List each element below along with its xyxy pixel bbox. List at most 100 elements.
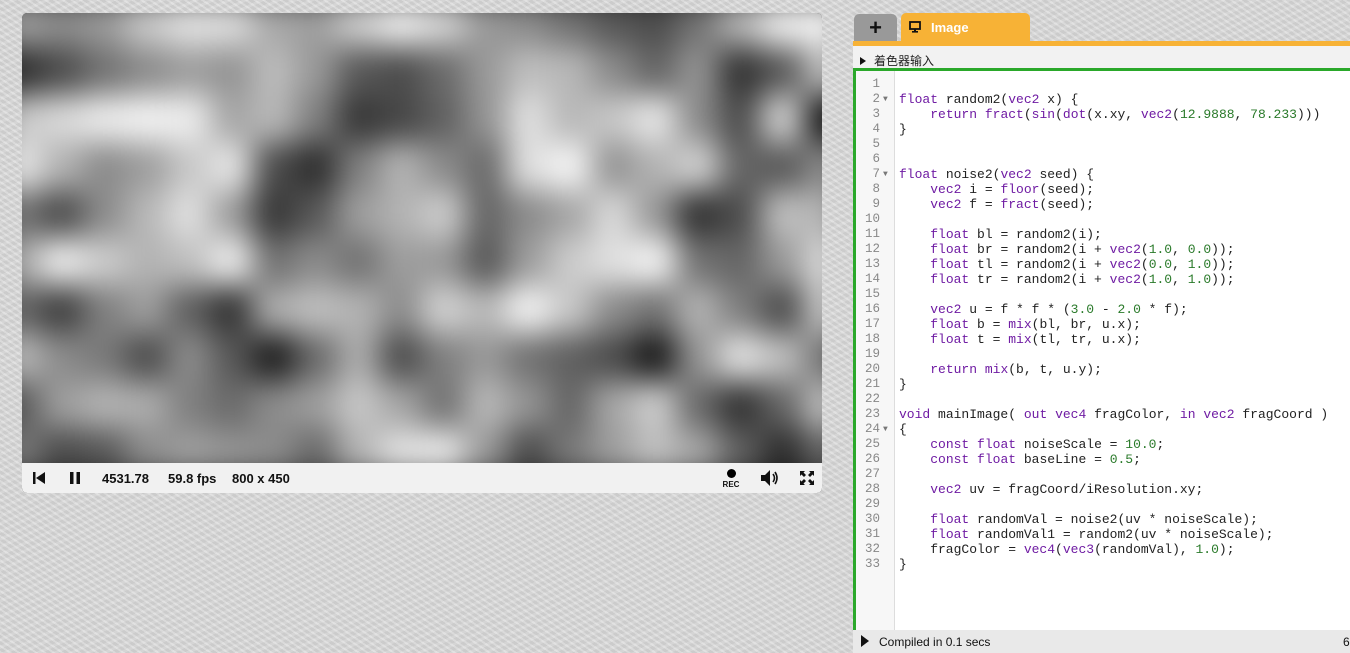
fold-arrow-icon[interactable]: ▼	[883, 422, 888, 437]
code-line[interactable]: 22	[856, 392, 1350, 407]
noise-cell	[125, 285, 168, 334]
status-bar: Compiled in 0.1 secs 6	[853, 630, 1350, 653]
noise-cell	[464, 333, 507, 382]
line-number: 12	[864, 242, 880, 256]
code-line[interactable]: 12 float br = random2(i + vec2(1.0, 0.0)…	[856, 242, 1350, 257]
noise-cell	[718, 428, 762, 463]
noise-cell	[167, 381, 211, 429]
code-line[interactable]: 24 ▼ {	[856, 422, 1350, 437]
noise-cell	[591, 13, 634, 48]
code-line[interactable]: 13 float tl = random2(i + vec2(0.0, 1.0)…	[856, 257, 1350, 272]
noise-cell	[22, 238, 41, 286]
code-line[interactable]: 5	[856, 137, 1350, 152]
noise-cell	[718, 333, 762, 382]
noise-cell	[422, 381, 465, 429]
noise-cell	[167, 142, 211, 191]
noise-cell	[803, 428, 822, 463]
noise-cell	[549, 13, 592, 48]
fold-arrow-icon[interactable]: ▼	[883, 92, 888, 107]
editor-panel: + Image 着色器输入 1 2 ▼ float random2(vec2 x) {…	[853, 0, 1350, 653]
noise-cell	[125, 428, 168, 463]
noise-cell	[125, 142, 168, 191]
code-line[interactable]: 21}	[856, 377, 1350, 392]
code-line[interactable]: 31 float randomVal1 = random2(uv * noise…	[856, 527, 1350, 542]
code-line[interactable]: 25 const float noiseScale = 10.0;	[856, 437, 1350, 452]
noise-cell	[294, 47, 338, 95]
line-number: 15	[864, 287, 880, 301]
code-line[interactable]: 3 return fract(sin(dot(x.xy, vec2(12.988…	[856, 107, 1350, 122]
noise-cell	[167, 13, 211, 48]
noise-cell	[82, 94, 126, 143]
code-line[interactable]: 19	[856, 347, 1350, 362]
record-button[interactable]: REC	[720, 467, 742, 491]
code-text: fragColor = vec4(vec3(randomVal), 1.0);	[899, 542, 1235, 557]
tab-image[interactable]: Image	[901, 13, 1030, 41]
code-line[interactable]: 16 vec2 u = f * f * (3.0 - 2.0 * f);	[856, 302, 1350, 317]
noise-cell	[506, 238, 550, 286]
code-line[interactable]: 27	[856, 467, 1350, 482]
code-line[interactable]: 26 const float baseLine = 0.5;	[856, 452, 1350, 467]
noise-cell	[22, 94, 41, 143]
line-number: 26	[864, 452, 880, 466]
noise-cell	[379, 238, 422, 286]
code-line[interactable]: 15	[856, 287, 1350, 302]
noise-cell	[676, 94, 719, 143]
noise-cell	[252, 381, 295, 429]
fullscreen-button[interactable]	[799, 470, 815, 486]
code-line[interactable]: 2 ▼ float random2(vec2 x) {	[856, 92, 1350, 107]
volume-button[interactable]	[760, 468, 780, 488]
noise-cell	[803, 142, 822, 191]
code-line[interactable]: 4}	[856, 122, 1350, 137]
code-line[interactable]: 6	[856, 152, 1350, 167]
noise-cell	[422, 238, 465, 286]
code-line[interactable]: 7 ▼ float noise2(vec2 seed) {	[856, 167, 1350, 182]
code-line[interactable]: 18 float t = mix(tl, tr, u.x);	[856, 332, 1350, 347]
pause-button[interactable]	[68, 471, 82, 485]
code-line[interactable]: 10	[856, 212, 1350, 227]
shader-canvas[interactable]	[22, 13, 822, 463]
code-line[interactable]: 29	[856, 497, 1350, 512]
noise-cell	[337, 142, 380, 191]
noise-render	[22, 13, 822, 463]
code-line[interactable]: 1	[856, 77, 1350, 92]
noise-cell	[294, 428, 338, 463]
noise-cell	[167, 238, 211, 286]
noise-cell	[718, 285, 762, 334]
shader-inputs-toggle[interactable]: 着色器输入	[860, 52, 934, 69]
noise-cell	[379, 428, 422, 463]
noise-cell	[634, 94, 677, 143]
noise-cell	[40, 238, 83, 286]
noise-cell	[337, 190, 380, 238]
fold-arrow-icon[interactable]: ▼	[883, 167, 888, 182]
noise-cell	[803, 381, 822, 429]
compile-play-icon[interactable]	[861, 635, 869, 647]
line-number: 29	[864, 497, 880, 511]
code-line[interactable]: 32 fragColor = vec4(vec3(randomVal), 1.0…	[856, 542, 1350, 557]
noise-cell	[676, 238, 719, 286]
code-line[interactable]: 9 vec2 f = fract(seed);	[856, 197, 1350, 212]
code-line[interactable]: 30 float randomVal = noise2(uv * noiseSc…	[856, 512, 1350, 527]
noise-cell	[676, 381, 719, 429]
noise-cell	[549, 381, 592, 429]
code-editor[interactable]: 1 2 ▼ float random2(vec2 x) {3 return fract…	[853, 68, 1350, 630]
code-line[interactable]: 33}	[856, 557, 1350, 572]
code-line[interactable]: 20 return mix(b, t, u.y);	[856, 362, 1350, 377]
noise-cell	[379, 47, 422, 95]
add-tab-button[interactable]: +	[854, 14, 897, 41]
noise-cell	[634, 381, 677, 429]
line-number: 3	[872, 107, 880, 121]
rewind-button[interactable]	[32, 471, 46, 485]
code-text: float bl = random2(i);	[930, 227, 1102, 242]
noise-cell	[761, 13, 804, 48]
code-text: return fract(sin(dot(x.xy, vec2(12.9888,…	[930, 107, 1321, 122]
noise-cell	[167, 94, 211, 143]
noise-cell	[506, 190, 550, 238]
code-line[interactable]: 17 float b = mix(bl, br, u.x);	[856, 317, 1350, 332]
noise-cell	[337, 381, 380, 429]
code-line[interactable]: 23 void mainImage( out vec4 fragColor, in…	[856, 407, 1350, 422]
code-line[interactable]: 11 float bl = random2(i);	[856, 227, 1350, 242]
noise-cell	[591, 238, 634, 286]
code-line[interactable]: 8 vec2 i = floor(seed);	[856, 182, 1350, 197]
code-line[interactable]: 28 vec2 uv = fragCoord/iResolution.xy;	[856, 482, 1350, 497]
code-line[interactable]: 14 float tr = random2(i + vec2(1.0, 1.0)…	[856, 272, 1350, 287]
